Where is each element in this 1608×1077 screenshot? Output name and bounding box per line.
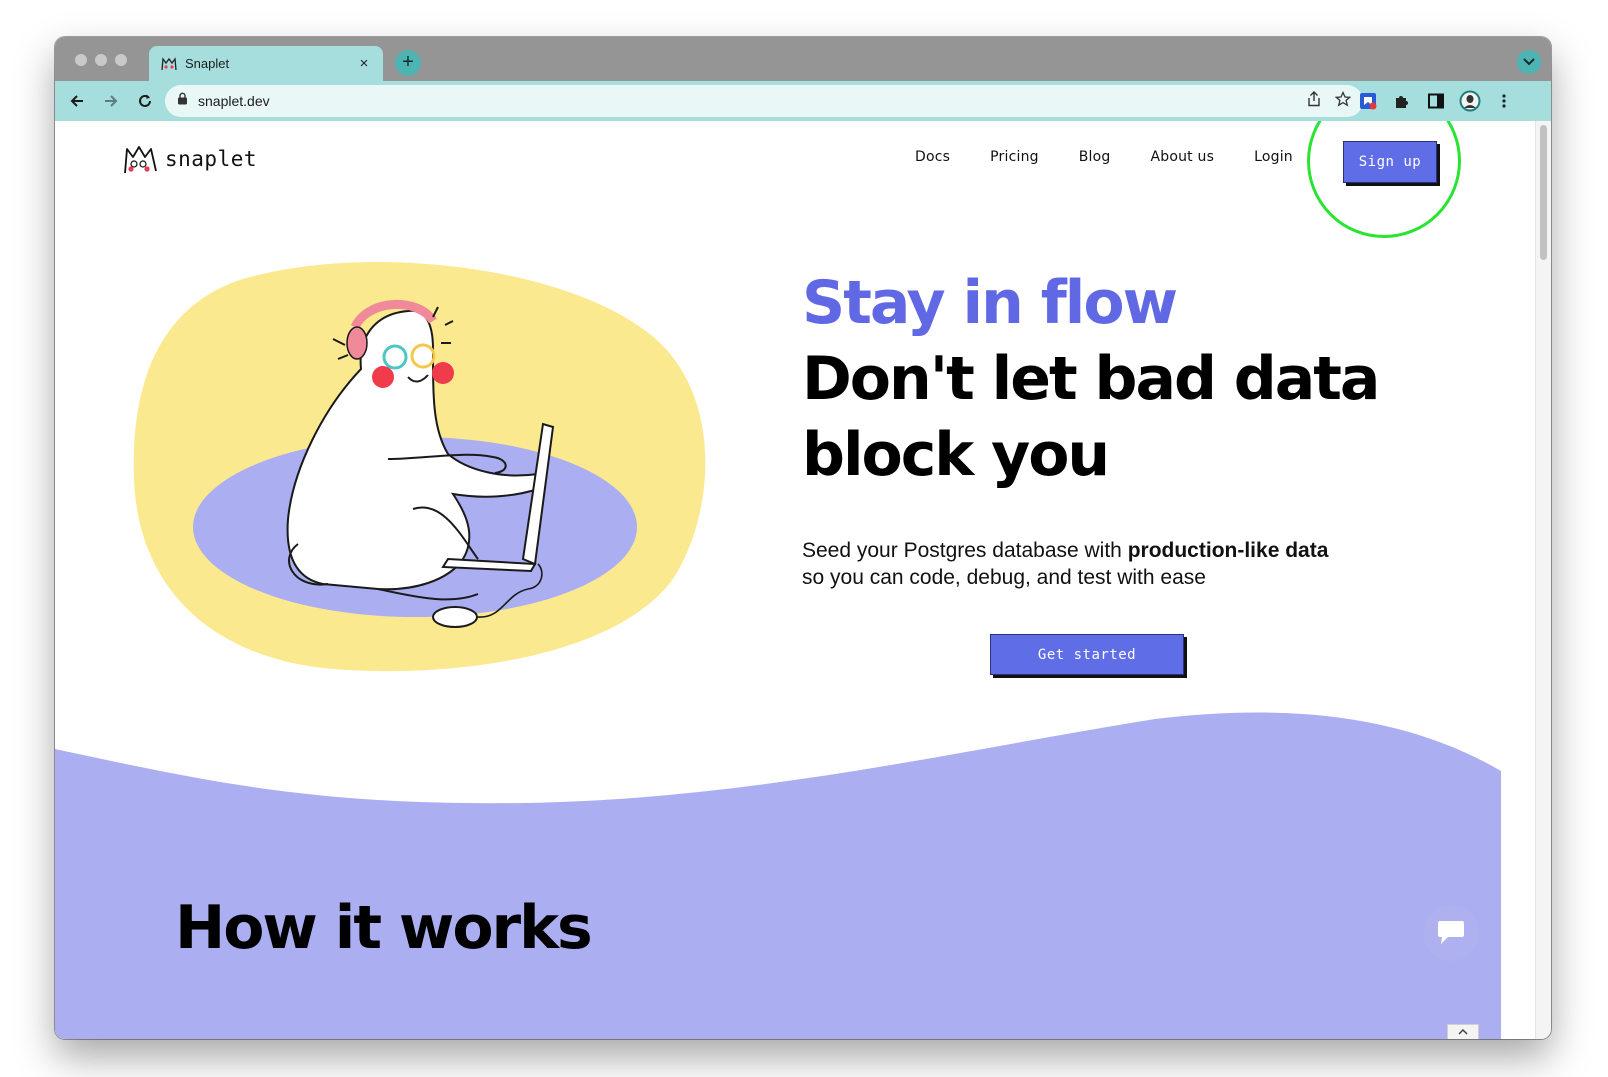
forward-arrow-icon[interactable] [95, 85, 127, 117]
bookmark-star-icon[interactable] [1334, 90, 1352, 112]
how-it-works-title: How it works [175, 893, 593, 963]
hero-subtext-bold: production-like data [1127, 539, 1329, 562]
new-tab-button[interactable]: + [395, 50, 421, 76]
snaplet-logo[interactable]: snaplet [123, 143, 257, 175]
nav-login[interactable]: Login [1254, 149, 1293, 165]
main-nav: Docs Pricing Blog About us Login [915, 149, 1333, 165]
highlight-circle [1307, 121, 1461, 238]
lock-icon[interactable] [177, 92, 188, 110]
chat-widget-button[interactable] [1423, 905, 1479, 961]
hero-subtext-lead: Seed your Postgres database with [802, 539, 1128, 562]
scroll-to-top-button[interactable] [1447, 1024, 1479, 1039]
browser-menu-icon[interactable] [1493, 90, 1515, 112]
snaplet-favicon-icon [161, 56, 177, 72]
cat-coding-illustration [133, 261, 706, 672]
side-panel-icon[interactable] [1425, 90, 1447, 112]
browser-toolbar: snaplet.dev [55, 81, 1551, 121]
hero-headline: Stay in flow Don't let bad data block yo… [802, 265, 1380, 493]
snaplet-cat-logo-icon [124, 146, 157, 174]
hero-subtext-tail: so you can code, debug, and test with ea… [802, 566, 1206, 589]
chevron-up-icon [1458, 1029, 1468, 1035]
hero-title-line-1: Don't let bad data [802, 344, 1380, 414]
lavender-wave-section [55, 712, 1501, 1039]
profile-avatar-icon[interactable] [1459, 90, 1481, 112]
chat-bubble-icon [1438, 921, 1464, 944]
nav-docs[interactable]: Docs [915, 149, 950, 165]
address-bar[interactable]: snaplet.dev [165, 85, 1363, 117]
hero-subtext: Seed your Postgres database with product… [802, 537, 1328, 591]
nav-blog[interactable]: Blog [1079, 149, 1111, 165]
cheek-left [372, 366, 394, 388]
logo-text: snaplet [165, 147, 258, 171]
get-started-button[interactable]: Get started [990, 634, 1184, 675]
cheek-right [432, 362, 454, 384]
url-text: snaplet.dev [198, 93, 270, 109]
reload-icon[interactable] [129, 85, 161, 117]
tab-title: Snaplet [185, 56, 230, 71]
hero-title-line-2: block you [802, 420, 1110, 490]
tab-strip: Snaplet × + [55, 37, 1551, 81]
web-page: snaplet Docs Pricing Blog About us Login… [55, 121, 1501, 1039]
browser-window: Snaplet × + snaplet.dev snaplet Docs Pri… [55, 37, 1551, 1039]
tab-close-icon[interactable]: × [355, 55, 373, 72]
hero-accent-title: Stay in flow [802, 268, 1178, 338]
extension-badge-icon[interactable] [1357, 90, 1379, 112]
extensions-puzzle-icon[interactable] [1391, 90, 1413, 112]
nav-pricing[interactable]: Pricing [990, 149, 1039, 165]
headphones [346, 326, 368, 360]
tab-snaplet[interactable]: Snaplet × [149, 46, 383, 81]
minimize-window-icon[interactable] [95, 54, 107, 66]
nav-about-us[interactable]: About us [1150, 149, 1214, 165]
zoom-window-icon[interactable] [115, 54, 127, 66]
computer-mouse [432, 606, 478, 628]
page-scrollbar[interactable] [1535, 121, 1551, 1039]
tab-search-chevron-icon[interactable] [1517, 50, 1541, 74]
close-window-icon[interactable] [75, 54, 87, 66]
scrollbar-thumb[interactable] [1540, 125, 1547, 260]
share-icon[interactable] [1307, 90, 1321, 112]
back-arrow-icon[interactable] [61, 85, 93, 117]
